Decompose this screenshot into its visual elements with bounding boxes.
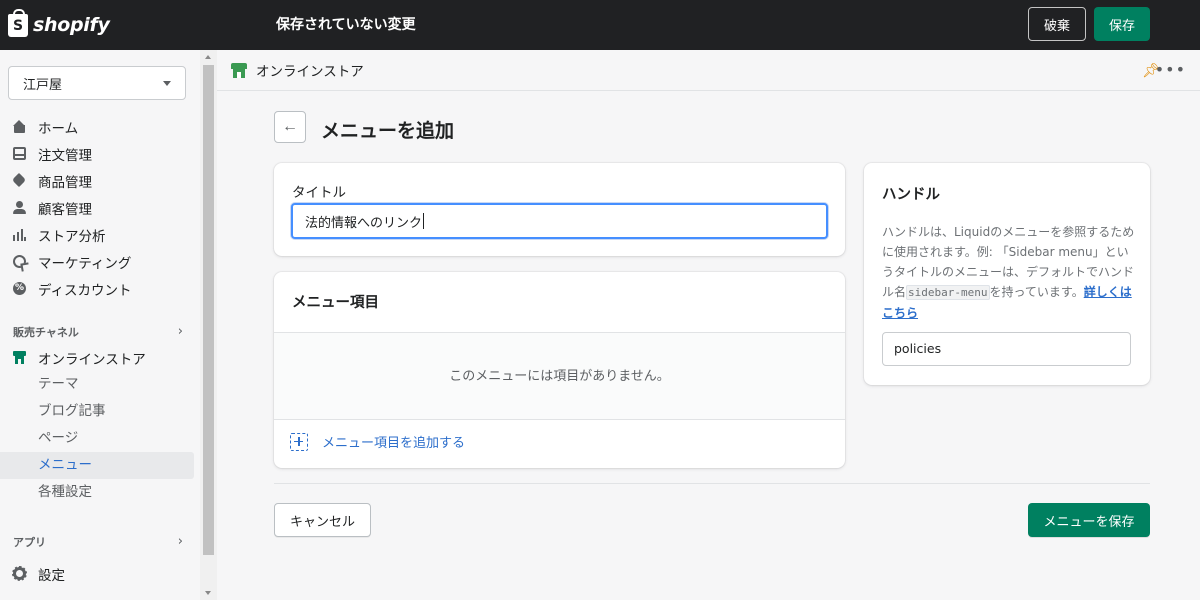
- nav-label: ホーム: [38, 120, 79, 137]
- nav-label: 設定: [38, 567, 65, 584]
- online-store-icon: [231, 62, 247, 78]
- cancel-button[interactable]: キャンセル: [274, 503, 371, 537]
- home-icon: [13, 120, 26, 133]
- nav-label: オンラインストア: [38, 351, 146, 368]
- sub-item-navigation[interactable]: メニュー: [0, 452, 194, 479]
- nav-label: マーケティング: [38, 255, 132, 272]
- handle-input[interactable]: policies: [882, 332, 1131, 366]
- text-cursor: [423, 213, 425, 229]
- top-bar: S shopify 保存されていない変更 破棄 保存: [0, 0, 1200, 50]
- bar-chart-icon: [13, 228, 26, 241]
- sidebar: 江戸屋 ホーム 注文管理 商品管理 顧客管理 ストア分析 マーケティング % デ…: [0, 50, 200, 600]
- apps-header[interactable]: アプリ ›: [13, 534, 183, 550]
- sub-item-pages[interactable]: ページ: [0, 425, 194, 452]
- main-nav: ホーム 注文管理 商品管理 顧客管理 ストア分析 マーケティング ディスカウント: [0, 113, 200, 302]
- nav-label: ディスカウント: [38, 282, 132, 299]
- more-actions-icon[interactable]: •••: [1155, 60, 1186, 79]
- add-menu-item-label: メニュー項目を追加する: [322, 436, 466, 451]
- discard-button[interactable]: 破棄: [1028, 7, 1086, 41]
- nav-item-customers[interactable]: 顧客管理: [0, 194, 200, 221]
- title-card: タイトル 法的情報へのリンク: [274, 163, 845, 256]
- gear-icon: [12, 566, 27, 581]
- nav-item-discounts[interactable]: ディスカウント: [0, 275, 200, 302]
- chevron-right-icon: ›: [177, 534, 183, 549]
- apps-label: アプリ: [13, 536, 46, 549]
- handle-desc-text-2: を持っています。: [989, 285, 1084, 299]
- title-input-value: 法的情報へのリンク: [305, 215, 423, 231]
- sales-channel-nav: オンラインストア テーマ ブログ記事 ページ メニュー 各種設定: [0, 344, 200, 506]
- nav-item-analytics[interactable]: ストア分析: [0, 221, 200, 248]
- main-content: オンラインストア 📌︎ ••• ← メニューを追加 タイトル 法的情報へのリンク…: [217, 50, 1200, 600]
- chevron-right-icon: ›: [177, 324, 183, 339]
- handle-code-example: sidebar-menu: [906, 285, 990, 300]
- sub-item-themes[interactable]: テーマ: [0, 371, 194, 398]
- scrollbar-thumb[interactable]: [203, 65, 214, 555]
- nav-item-orders[interactable]: 注文管理: [0, 140, 200, 167]
- tag-icon: [13, 174, 26, 187]
- person-icon: [13, 201, 26, 214]
- page-title: メニューを追加: [321, 120, 455, 142]
- menu-items-heading: メニュー項目: [292, 295, 379, 311]
- nav-label: 商品管理: [38, 174, 92, 191]
- save-menu-button[interactable]: メニューを保存: [1028, 503, 1150, 537]
- nav-label: ストア分析: [38, 228, 106, 245]
- title-input[interactable]: 法的情報へのリンク: [291, 203, 828, 239]
- scroll-up-arrow-icon[interactable]: [205, 55, 211, 59]
- back-button[interactable]: ←: [274, 111, 306, 143]
- store-name: 江戸屋: [23, 77, 63, 93]
- handle-heading: ハンドル: [882, 187, 940, 203]
- nav-item-settings[interactable]: 設定: [0, 560, 200, 587]
- store-selector[interactable]: 江戸屋: [8, 66, 186, 100]
- nav-item-marketing[interactable]: マーケティング: [0, 248, 200, 275]
- add-plus-icon: [290, 432, 308, 451]
- channel-title: オンラインストア: [256, 64, 364, 80]
- sub-item-blog-posts[interactable]: ブログ記事: [0, 398, 194, 425]
- sidebar-scrollbar[interactable]: [200, 50, 217, 600]
- settings-nav: 設定: [0, 560, 200, 587]
- logo-text: shopify: [33, 14, 110, 36]
- logo-mark: S: [12, 17, 24, 34]
- handle-description: ハンドルは、Liquidのメニューを参照するために使用されます。例: 「Side…: [882, 222, 1137, 323]
- title-label: タイトル: [292, 185, 346, 201]
- orders-icon: [13, 147, 26, 160]
- unsaved-changes-title: 保存されていない変更: [276, 17, 416, 33]
- nav-item-online-store[interactable]: オンラインストア: [0, 344, 200, 371]
- channel-header: オンラインストア 📌︎ •••: [217, 50, 1200, 91]
- caret-down-icon: [163, 80, 171, 86]
- sub-item-preferences[interactable]: 各種設定: [0, 479, 194, 506]
- sales-channels-header[interactable]: 販売チャネル ›: [13, 324, 183, 340]
- nav-item-home[interactable]: ホーム: [0, 113, 200, 140]
- scroll-down-arrow-icon[interactable]: [205, 591, 211, 595]
- empty-state-text: このメニューには項目がありません。: [274, 332, 845, 420]
- shopify-bag-icon: S: [8, 8, 28, 37]
- online-store-icon: [13, 351, 26, 364]
- nav-item-products[interactable]: 商品管理: [0, 167, 200, 194]
- sales-channels-label: 販売チャネル: [13, 326, 79, 339]
- shopify-logo[interactable]: S shopify: [8, 8, 110, 40]
- add-menu-item-link[interactable]: メニュー項目を追加する: [290, 432, 465, 451]
- discount-icon: [13, 281, 26, 296]
- divider: [274, 483, 1150, 484]
- save-button[interactable]: 保存: [1094, 7, 1150, 41]
- menu-items-card: メニュー項目 このメニューには項目がありません。 メニュー項目を追加する: [274, 272, 845, 468]
- nav-label: 注文管理: [38, 147, 92, 164]
- target-icon: [13, 255, 26, 268]
- arrow-left-icon: ←: [282, 118, 298, 135]
- handle-card: ハンドル ハンドルは、Liquidのメニューを参照するために使用されます。例: …: [864, 163, 1150, 385]
- nav-label: 顧客管理: [38, 201, 92, 218]
